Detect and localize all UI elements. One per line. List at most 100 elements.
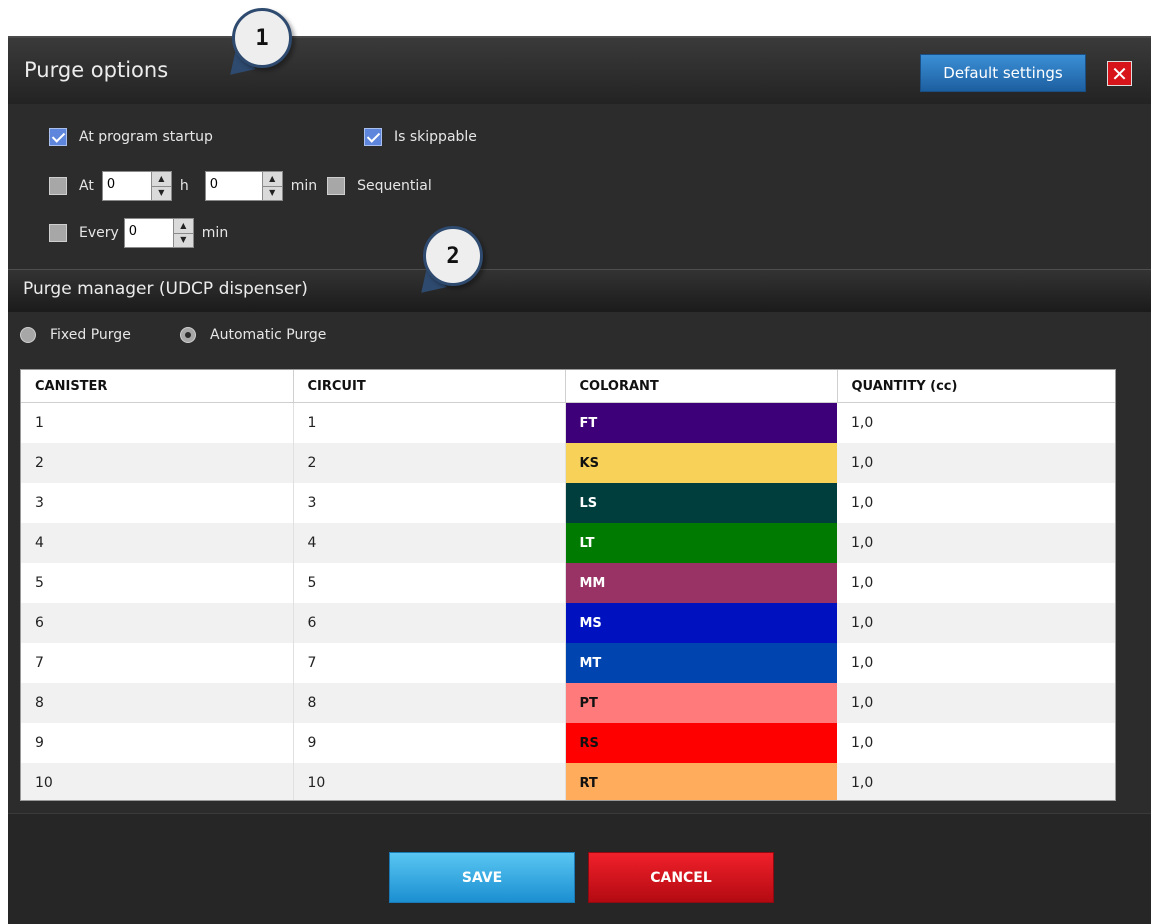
- canister-cell[interactable]: 2: [21, 443, 294, 483]
- every-input[interactable]: 0: [123, 218, 174, 248]
- every-label: Every: [79, 225, 119, 241]
- table-row[interactable]: 2 2 KS 1,0: [21, 443, 1115, 483]
- at-startup-option[interactable]: At program startup: [49, 128, 213, 146]
- minutes-up-icon[interactable]: ▲: [262, 172, 282, 187]
- colorant-cell[interactable]: RT: [565, 763, 837, 800]
- minutes-down-icon[interactable]: ▼: [263, 187, 282, 201]
- at-time-checkbox[interactable]: [49, 177, 67, 195]
- every-up-icon[interactable]: ▲: [173, 219, 193, 234]
- table-row[interactable]: 4 4 LT 1,0: [21, 523, 1115, 563]
- automatic-purge-option[interactable]: Automatic Purge: [180, 327, 326, 343]
- colorant-cell[interactable]: MM: [565, 563, 837, 603]
- title-bar: Purge options Default settings ✕: [8, 36, 1151, 104]
- callout-2-label: 2: [423, 226, 483, 286]
- hours-stepper[interactable]: 0 ▲ ▼: [101, 171, 172, 201]
- table-row[interactable]: 5 5 MM 1,0: [21, 563, 1115, 603]
- quantity-cell[interactable]: 1,0: [837, 443, 1115, 483]
- callout-2: 2: [411, 226, 485, 303]
- canister-cell[interactable]: 3: [21, 483, 294, 523]
- quantity-cell[interactable]: 1,0: [837, 483, 1115, 523]
- colorant-cell[interactable]: MT: [565, 643, 837, 683]
- colorant-cell[interactable]: LT: [565, 523, 837, 563]
- table-row[interactable]: 9 9 RS 1,0: [21, 723, 1115, 763]
- fixed-purge-label: Fixed Purge: [50, 327, 131, 343]
- is-skippable-option[interactable]: Is skippable: [364, 128, 477, 146]
- canister-cell[interactable]: 7: [21, 643, 294, 683]
- table-row[interactable]: 8 8 PT 1,0: [21, 683, 1115, 723]
- purge-manager-header: Purge manager (UDCP dispenser): [8, 269, 1151, 312]
- table-row[interactable]: 3 3 LS 1,0: [21, 483, 1115, 523]
- quantity-cell[interactable]: 1,0: [837, 683, 1115, 723]
- dialog-title: Purge options: [24, 58, 169, 82]
- hours-down-icon[interactable]: ▼: [152, 187, 171, 201]
- quantity-cell[interactable]: 1,0: [837, 563, 1115, 603]
- colorant-cell[interactable]: LS: [565, 483, 837, 523]
- header-canister[interactable]: CANISTER: [21, 370, 294, 403]
- is-skippable-checkbox[interactable]: [364, 128, 382, 146]
- purge-table: CANISTER CIRCUIT COLORANT QUANTITY (cc) …: [20, 369, 1116, 801]
- colorant-cell[interactable]: MS: [565, 603, 837, 643]
- callout-1-label: 1: [232, 8, 292, 68]
- colorant-cell[interactable]: RS: [565, 723, 837, 763]
- table-row[interactable]: 6 6 MS 1,0: [21, 603, 1115, 643]
- circuit-cell[interactable]: 10: [293, 763, 566, 800]
- save-button[interactable]: SAVE: [389, 852, 575, 903]
- circuit-cell[interactable]: 7: [293, 643, 566, 683]
- table-row[interactable]: 10 10 RT 1,0: [21, 763, 1115, 800]
- purge-options-dialog: Purge options Default settings ✕ At prog…: [8, 36, 1151, 924]
- every-checkbox[interactable]: [49, 224, 67, 242]
- quantity-cell[interactable]: 1,0: [837, 643, 1115, 683]
- colorant-cell[interactable]: PT: [565, 683, 837, 723]
- fixed-purge-option[interactable]: Fixed Purge: [20, 327, 131, 343]
- quantity-cell[interactable]: 1,0: [837, 723, 1115, 763]
- circuit-cell[interactable]: 5: [293, 563, 566, 603]
- minutes-input[interactable]: 0: [204, 171, 263, 201]
- every-unit: min: [201, 225, 229, 241]
- table-header-row: CANISTER CIRCUIT COLORANT QUANTITY (cc): [21, 370, 1115, 403]
- minutes-unit: min: [290, 178, 318, 194]
- fixed-purge-radio[interactable]: [20, 327, 36, 343]
- quantity-cell[interactable]: 1,0: [837, 763, 1115, 800]
- header-quantity[interactable]: QUANTITY (cc): [837, 370, 1115, 403]
- automatic-purge-radio[interactable]: [180, 327, 196, 343]
- quantity-cell[interactable]: 1,0: [837, 603, 1115, 643]
- canister-cell[interactable]: 6: [21, 603, 294, 643]
- every-stepper[interactable]: 0 ▲ ▼: [123, 218, 194, 248]
- colorant-cell[interactable]: FT: [565, 402, 837, 443]
- canister-cell[interactable]: 8: [21, 683, 294, 723]
- automatic-purge-label: Automatic Purge: [210, 327, 327, 343]
- canister-cell[interactable]: 9: [21, 723, 294, 763]
- quantity-cell[interactable]: 1,0: [837, 402, 1115, 443]
- circuit-cell[interactable]: 9: [293, 723, 566, 763]
- table-row[interactable]: 7 7 MT 1,0: [21, 643, 1115, 683]
- at-startup-label: At program startup: [79, 129, 213, 145]
- every-down-icon[interactable]: ▼: [174, 234, 193, 248]
- sequential-checkbox[interactable]: [327, 177, 346, 195]
- hours-input[interactable]: 0: [101, 171, 152, 201]
- callout-1: 1: [220, 8, 294, 85]
- footer: [8, 813, 1151, 924]
- canister-cell[interactable]: 5: [21, 563, 294, 603]
- quantity-cell[interactable]: 1,0: [837, 523, 1115, 563]
- at-time-option: At 0 ▲ ▼ h 0 ▲ ▼ min Sequential: [49, 171, 432, 201]
- circuit-cell[interactable]: 3: [293, 483, 566, 523]
- circuit-cell[interactable]: 4: [293, 523, 566, 563]
- header-colorant[interactable]: COLORANT: [565, 370, 838, 403]
- hours-up-icon[interactable]: ▲: [151, 172, 171, 187]
- circuit-cell[interactable]: 8: [293, 683, 566, 723]
- cancel-button[interactable]: CANCEL: [588, 852, 774, 903]
- table-row[interactable]: 1 1 FT 1,0: [21, 402, 1115, 443]
- circuit-cell[interactable]: 6: [293, 603, 566, 643]
- canister-cell[interactable]: 4: [21, 523, 294, 563]
- canister-cell[interactable]: 10: [21, 763, 294, 800]
- default-settings-button[interactable]: Default settings: [920, 54, 1086, 92]
- sequential-label: Sequential: [357, 178, 432, 194]
- header-circuit[interactable]: CIRCUIT: [293, 370, 566, 403]
- minutes-stepper[interactable]: 0 ▲ ▼: [204, 171, 283, 201]
- at-startup-checkbox[interactable]: [49, 128, 67, 146]
- circuit-cell[interactable]: 2: [293, 443, 566, 483]
- canister-cell[interactable]: 1: [21, 402, 294, 443]
- colorant-cell[interactable]: KS: [565, 443, 837, 483]
- close-icon[interactable]: ✕: [1107, 61, 1132, 86]
- circuit-cell[interactable]: 1: [293, 402, 566, 443]
